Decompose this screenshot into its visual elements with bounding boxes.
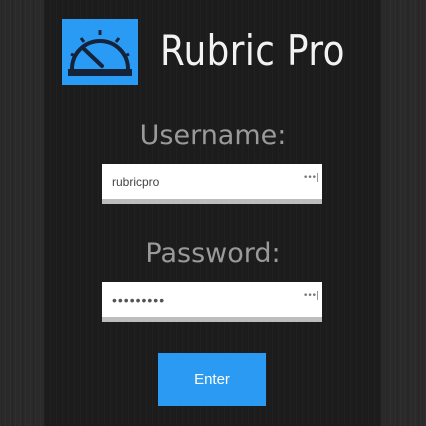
password-manager-icon[interactable]: •••|	[303, 291, 319, 301]
speedometer-icon	[62, 19, 138, 85]
password-field-wrapper: •••|	[102, 282, 322, 322]
username-field-wrapper: •••|	[102, 164, 322, 204]
password-manager-icon[interactable]: •••|	[303, 173, 319, 183]
username-input[interactable]	[102, 164, 292, 199]
password-label: Password:	[145, 238, 281, 269]
enter-button[interactable]: Enter	[158, 353, 266, 406]
password-input[interactable]	[102, 282, 292, 317]
username-label: Username:	[139, 120, 287, 151]
app-title: Rubric Pro	[160, 26, 345, 75]
